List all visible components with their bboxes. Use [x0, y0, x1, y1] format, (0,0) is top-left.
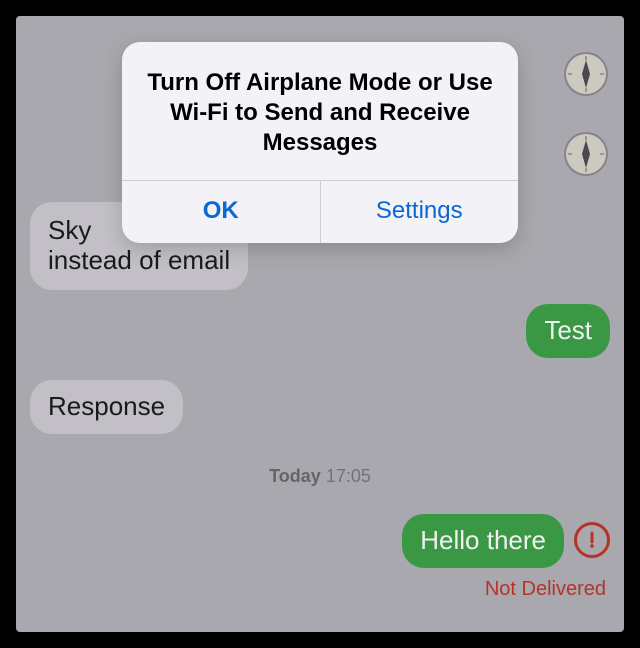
alert-button-row: OK Settings: [122, 180, 518, 243]
settings-button[interactable]: Settings: [321, 181, 519, 243]
alert-dialog: Turn Off Airplane Mode or Use Wi-Fi to S…: [122, 42, 518, 243]
alert-title: Turn Off Airplane Mode or Use Wi-Fi to S…: [122, 42, 518, 180]
ok-button[interactable]: OK: [122, 181, 321, 243]
messages-screen: Sky instead of email Test Response Today…: [16, 16, 624, 632]
